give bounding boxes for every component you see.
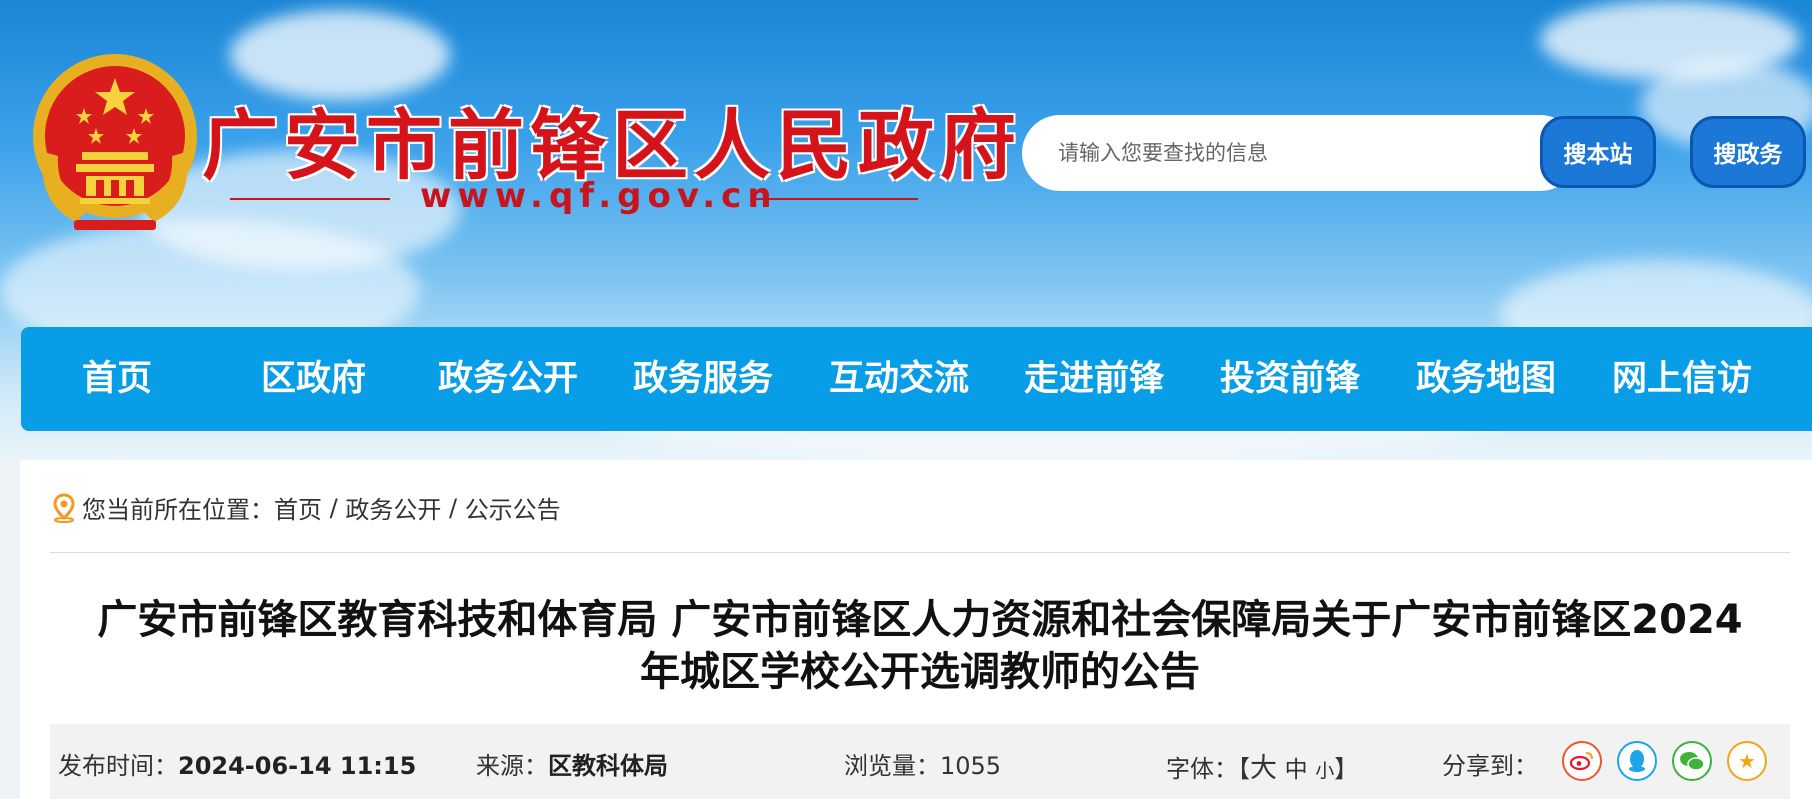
qq-glyph: [1629, 750, 1645, 772]
nav-item-petition[interactable]: 网上信访: [1612, 327, 1752, 431]
article-source: 来源：区教科体局: [476, 746, 668, 781]
views-label: 浏览量：: [844, 752, 940, 780]
article-title: 广安市前锋区教育科技和体育局 广安市前锋区人力资源和社会保障局关于广安市前锋区2…: [52, 594, 1788, 698]
font-size-large[interactable]: 大: [1250, 753, 1277, 784]
qq-icon[interactable]: [1617, 741, 1657, 781]
national-emblem-logo[interactable]: [26, 52, 204, 234]
divider: [50, 552, 1790, 553]
breadcrumb-link-gov-affairs[interactable]: 政务公开: [345, 490, 441, 525]
main-nav: 首页 区政府 政务公开 政务服务 互动交流 走进前锋 投资前锋 政务地图 网上信…: [21, 327, 1812, 431]
breadcrumb-separator: /: [441, 493, 465, 522]
favorite-icon[interactable]: ★: [1727, 741, 1767, 781]
source-label: 来源：: [476, 752, 548, 780]
location-pin-icon: [53, 492, 75, 523]
search-gov-button[interactable]: 搜政务: [1690, 116, 1806, 188]
nav-item-interaction[interactable]: 互动交流: [829, 327, 969, 431]
nav-item-district-gov[interactable]: 区政府: [261, 327, 366, 431]
url-left-line: [230, 198, 390, 200]
nav-item-invest[interactable]: 投资前锋: [1220, 327, 1360, 431]
source-value: 区教科体局: [548, 752, 668, 780]
weibo-glyph: [1570, 752, 1593, 771]
views-value: 1055: [940, 752, 1002, 780]
publish-time-value: 2024-06-14 11:15: [178, 752, 417, 780]
search-site-button[interactable]: 搜本站: [1540, 116, 1656, 188]
publish-time: 发布时间：2024-06-14 11:15: [58, 746, 416, 781]
nav-item-about-qianfeng[interactable]: 走进前锋: [1024, 327, 1164, 431]
breadcrumb-link-home[interactable]: 首页: [274, 490, 322, 525]
article-title-line1: 广安市前锋区教育科技和体育局 广安市前锋区人力资源和社会保障局关于广安市前锋区2…: [97, 597, 1743, 643]
weibo-icon[interactable]: [1562, 741, 1602, 781]
font-bracket-open: 【: [1238, 755, 1250, 783]
breadcrumb-link-announcements[interactable]: 公示公告: [465, 490, 561, 525]
publish-time-label: 发布时间：: [58, 752, 178, 780]
article-title-line2: 年城区学校公开选调教师的公告: [640, 649, 1200, 695]
share-label: 分享到：: [1442, 752, 1538, 780]
font-size-medium[interactable]: 中: [1285, 757, 1308, 783]
nav-item-home[interactable]: 首页: [82, 327, 152, 431]
breadcrumb-prefix: 您当前所在位置：: [82, 496, 274, 524]
site-url[interactable]: www.qf.gov.cn: [420, 176, 778, 216]
wechat-glyph: [1680, 752, 1705, 771]
font-size-label: 字体：: [1166, 755, 1238, 783]
url-right-line: [756, 198, 918, 200]
breadcrumb-separator: /: [322, 493, 346, 522]
font-size-control: 字体：【大 中 小】: [1166, 746, 1358, 785]
search-input[interactable]: [1056, 132, 1540, 174]
font-bracket-close: 】: [1334, 755, 1359, 783]
breadcrumb: 您当前所在位置： 首页 / 政务公开 / 公示公告: [52, 490, 561, 525]
nav-item-gov-services[interactable]: 政务服务: [633, 327, 773, 431]
wechat-icon[interactable]: [1672, 741, 1712, 781]
font-size-small[interactable]: 小: [1315, 760, 1334, 782]
nav-item-gov-map[interactable]: 政务地图: [1416, 327, 1556, 431]
nav-item-gov-affairs[interactable]: 政务公开: [438, 327, 578, 431]
view-count: 浏览量：1055: [844, 746, 1001, 781]
